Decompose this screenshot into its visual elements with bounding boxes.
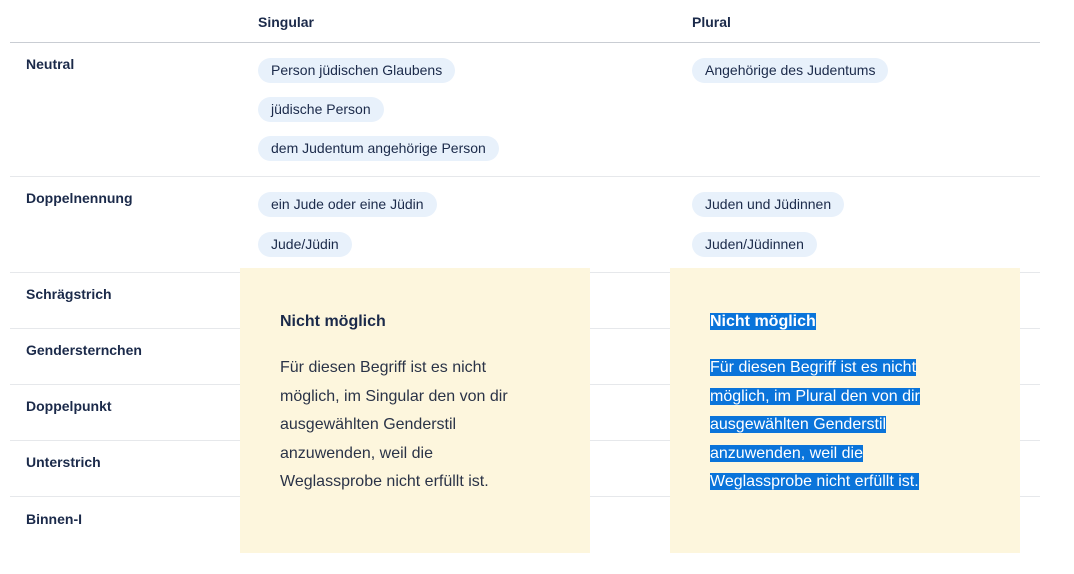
- notice-line: Für diesen Begriff ist es nicht: [710, 359, 917, 376]
- row-label-schraegstrich: Schrägstrich: [26, 286, 112, 302]
- notice-plural: Nicht möglich Für diesen Begriff ist es …: [670, 268, 1020, 553]
- term-chip[interactable]: Jude/Jüdin: [258, 232, 352, 257]
- notice-singular: Nicht möglich Für diesen Begriff ist es …: [240, 268, 590, 553]
- row-label-unterstrich: Unterstrich: [26, 454, 101, 470]
- notice-title: Nicht möglich: [280, 313, 386, 330]
- term-chip[interactable]: Person jüdischen Glaubens: [258, 58, 456, 83]
- term-chip[interactable]: Juden und Jüdinnen: [692, 192, 845, 217]
- notice-line: Für diesen Begriff ist es nicht: [280, 359, 487, 376]
- term-chip[interactable]: Angehörige des Judentums: [692, 58, 889, 83]
- column-header-plural: Plural: [692, 14, 731, 30]
- term-chip[interactable]: dem Judentum angehörige Person: [258, 136, 499, 161]
- row-label-gendersternchen: Gendersternchen: [26, 342, 142, 358]
- notice-line: ausgewählten Genderstil: [710, 416, 887, 434]
- notice-text: Für diesen Begriff ist es nicht möglich,…: [280, 354, 530, 497]
- notice-line: möglich, im Plural den von dir: [710, 387, 920, 405]
- notice-line: Weglassprobe nicht erfüllt ist.: [710, 473, 919, 491]
- notice-line: Weglassprobe nicht erfüllt ist.: [280, 473, 489, 491]
- notice-text: Für diesen Begriff ist es nicht möglich,…: [710, 354, 960, 497]
- table-row-neutral: Neutral Person jüdischen Glaubens jüdisc…: [10, 43, 1040, 177]
- notice-line: anzuwenden, weil die: [280, 444, 433, 462]
- row-label-doppelpunkt: Doppelpunkt: [26, 398, 112, 414]
- term-chip[interactable]: Juden/Jüdinnen: [692, 232, 817, 257]
- term-chip[interactable]: jüdische Person: [258, 97, 384, 122]
- row-label-binnen-i: Binnen-I: [26, 511, 82, 527]
- column-header-singular: Singular: [258, 14, 315, 30]
- notice-line: anzuwenden, weil die: [710, 444, 863, 462]
- notice-title: Nicht möglich: [710, 313, 816, 330]
- term-chip[interactable]: ein Jude oder eine Jüdin: [258, 192, 437, 217]
- table-row-doppelnennung: Doppelnennung ein Jude oder eine Jüdin J…: [10, 177, 1040, 273]
- row-label-neutral: Neutral: [26, 56, 75, 72]
- notice-line: ausgewählten Genderstil: [280, 416, 457, 434]
- notice-line: möglich, im Singular den von dir: [280, 387, 508, 405]
- table-header: Singular Plural: [10, 0, 1040, 43]
- row-label-doppelnennung: Doppelnennung: [26, 190, 133, 206]
